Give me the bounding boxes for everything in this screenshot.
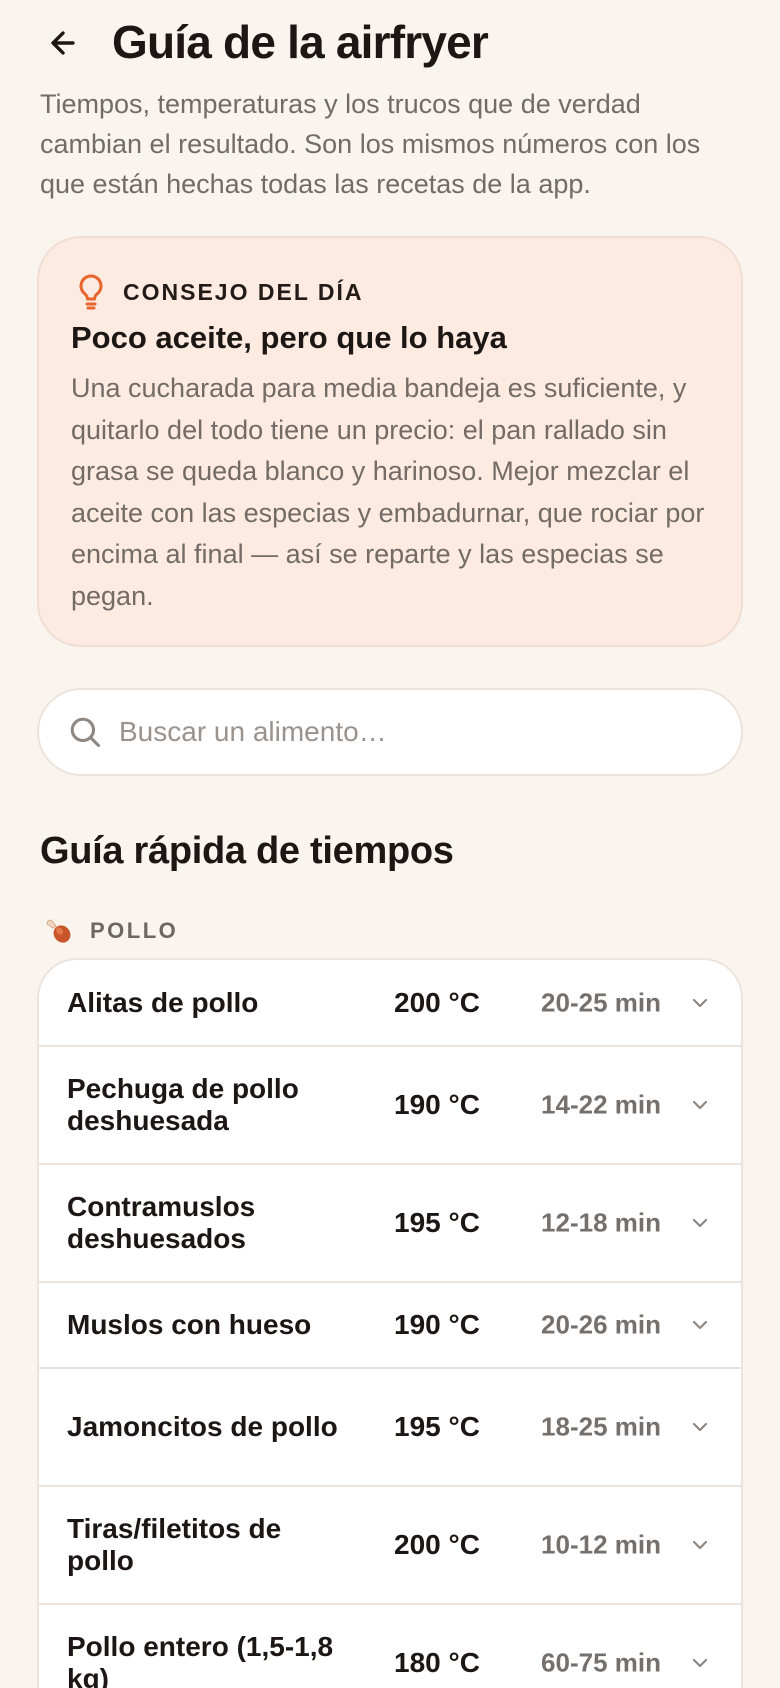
chevron-down-icon[interactable] xyxy=(687,1312,713,1338)
food-name: Muslos con hueso xyxy=(67,1309,312,1340)
temperature: 200 °C xyxy=(394,986,480,1018)
chevron-down-icon[interactable] xyxy=(687,1210,713,1236)
table-row[interactable]: Jamoncitos de pollo 195 °C 18-25 min xyxy=(39,1367,741,1485)
food-name: Jamoncitos de pollo xyxy=(67,1411,338,1442)
category-header-pollo: POLLO xyxy=(44,914,178,948)
table-row[interactable]: Tiras/filetitos de pollo 200 °C 10-12 mi… xyxy=(39,1485,741,1603)
search-input[interactable] xyxy=(119,716,679,748)
search-icon xyxy=(67,714,103,750)
cook-time: 20-26 min xyxy=(541,1309,661,1340)
cook-time: 60-75 min xyxy=(541,1647,661,1678)
food-name: Pechuga de pollo deshuesada xyxy=(67,1073,299,1136)
chevron-down-icon[interactable] xyxy=(687,1092,713,1118)
food-name: Alitas de pollo xyxy=(67,986,259,1018)
drumstick-icon xyxy=(44,916,74,946)
times-table: Alitas de pollo 200 °C 20-25 min Pechuga… xyxy=(37,958,743,1688)
table-row[interactable]: Pollo entero (1,5-1,8 kg) 180 °C 60-75 m… xyxy=(39,1603,741,1688)
intro-text: Tiempos, temperaturas y los trucos que d… xyxy=(40,89,701,199)
chevron-down-icon[interactable] xyxy=(687,990,713,1016)
header: Guía de la airfryer xyxy=(0,0,780,86)
food-name: Contramuslos deshuesados xyxy=(67,1191,256,1254)
table-row[interactable]: Contramuslos deshuesados 195 °C 12-18 mi… xyxy=(39,1163,741,1281)
cook-time: 18-25 min xyxy=(541,1411,661,1442)
table-row[interactable]: Alitas de pollo 200 °C 20-25 min xyxy=(39,960,741,1045)
tip-of-the-day-card: CONSEJO DEL DÍA Poco aceite, pero que lo… xyxy=(37,236,743,647)
table-row[interactable]: Muslos con hueso 190 °C 20-26 min xyxy=(39,1281,741,1367)
tip-kicker: CONSEJO DEL DÍA xyxy=(123,278,364,305)
cook-time: 10-12 min xyxy=(541,1529,661,1560)
tip-title: Poco aceite, pero que lo haya xyxy=(71,320,507,355)
airfryer-guide-screen: Guía de la airfryer Tiempos, temperatura… xyxy=(0,0,780,1688)
back-button[interactable] xyxy=(40,22,86,68)
table-row[interactable]: Pechuga de pollo deshuesada 190 °C 14-22… xyxy=(39,1045,741,1163)
temperature: 180 °C xyxy=(394,1647,480,1678)
chevron-down-icon[interactable] xyxy=(687,1414,713,1440)
cook-time: 12-18 min xyxy=(541,1207,661,1238)
tip-body: Una cucharada para media bandeja es sufi… xyxy=(71,373,705,611)
temperature: 195 °C xyxy=(394,1207,480,1238)
quick-guide-title: Guía rápida de tiempos xyxy=(40,830,454,872)
lightbulb-icon xyxy=(75,272,107,312)
temperature: 190 °C xyxy=(394,1309,480,1340)
search-bar[interactable] xyxy=(37,688,743,776)
food-name: Pollo entero (1,5-1,8 kg) xyxy=(67,1631,334,1688)
cook-time: 20-25 min xyxy=(541,987,661,1017)
arrow-left-icon xyxy=(46,26,80,65)
category-label: POLLO xyxy=(90,918,179,943)
chevron-down-icon[interactable] xyxy=(687,1532,713,1558)
temperature: 195 °C xyxy=(394,1411,480,1442)
food-name: Tiras/filetitos de pollo xyxy=(67,1513,282,1576)
temperature: 190 °C xyxy=(394,1089,480,1120)
tip-header: CONSEJO DEL DÍA xyxy=(75,272,363,312)
cook-time: 14-22 min xyxy=(541,1089,661,1120)
page-title: Guía de la airfryer xyxy=(112,16,489,68)
temperature: 200 °C xyxy=(394,1529,480,1560)
chevron-down-icon[interactable] xyxy=(687,1650,713,1676)
